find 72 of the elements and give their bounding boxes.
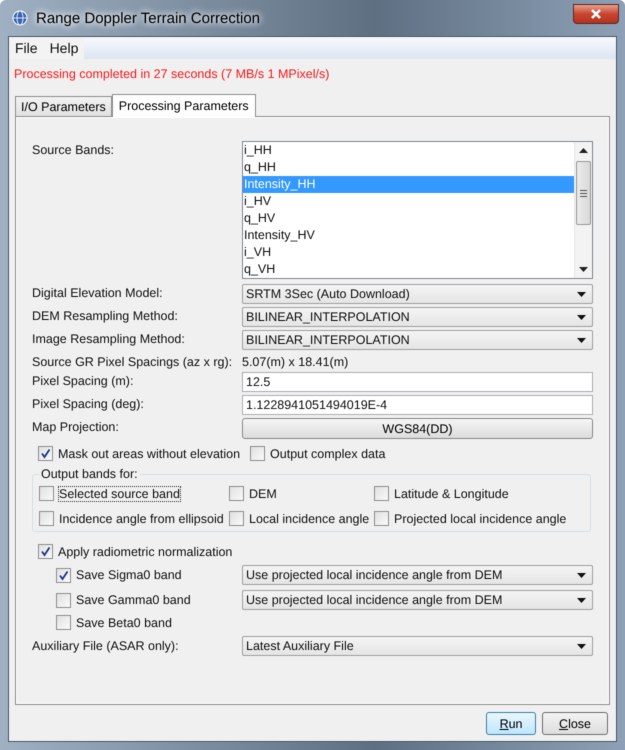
checkbox[interactable] bbox=[39, 511, 54, 526]
checkbox[interactable] bbox=[229, 486, 244, 501]
checkbox-label: Latitude & Longitude bbox=[394, 486, 509, 500]
checkbox[interactable] bbox=[39, 486, 54, 501]
field-label: Source Bands: bbox=[32, 142, 115, 157]
checkbox-label: Incidence angle from ellipsoid bbox=[59, 512, 224, 526]
checkbox[interactable] bbox=[56, 592, 71, 608]
checkbox[interactable] bbox=[250, 446, 266, 461]
field-label: Image Resampling Method: bbox=[32, 331, 186, 346]
list-item[interactable]: q_HV bbox=[243, 210, 574, 227]
checkbox[interactable] bbox=[56, 568, 71, 582]
checkbox-label: DEM bbox=[249, 486, 277, 500]
checkbox-label: Save Beta0 band bbox=[76, 616, 172, 630]
checkbox[interactable] bbox=[229, 511, 244, 526]
field-value: 5.07(m) x 18.41(m) bbox=[242, 354, 350, 369]
field-label: Pixel Spacing (m): bbox=[32, 373, 134, 388]
caret-icon bbox=[577, 644, 586, 648]
checkbox[interactable] bbox=[56, 615, 71, 630]
checkbox[interactable] bbox=[374, 511, 389, 526]
dropdown[interactable]: Use projected local incidence angle from DEM bbox=[242, 590, 593, 610]
checkbox[interactable] bbox=[38, 544, 53, 559]
dropdown[interactable]: BILINEAR_INTERPOLATION bbox=[242, 330, 593, 350]
field-label: DEM Resampling Method: bbox=[32, 308, 179, 323]
close-icon bbox=[590, 8, 602, 20]
checkbox-label: Save Sigma0 band bbox=[76, 568, 182, 582]
field-label: Source GR Pixel Spacings (az x rg): bbox=[32, 354, 234, 369]
dropdown[interactable]: Use projected local incidence angle from DEM bbox=[242, 565, 593, 585]
tab[interactable]: I/O Parameters bbox=[15, 96, 112, 116]
close-button[interactable] bbox=[573, 4, 619, 24]
list-item[interactable]: i_VH bbox=[243, 244, 574, 261]
field-label: Pixel Spacing (deg): bbox=[32, 396, 145, 411]
caret-icon bbox=[577, 338, 586, 342]
list-item[interactable]: q_HH bbox=[243, 159, 574, 176]
checkbox-label: Projected local incidence angle bbox=[394, 512, 566, 526]
checkbox-label: Selected source band bbox=[59, 486, 180, 500]
checkbox-label: Local incidence angle bbox=[249, 512, 370, 526]
caret-icon bbox=[577, 598, 586, 602]
dropdown[interactable]: SRTM 3Sec (Auto Download) bbox=[242, 284, 593, 304]
projection-button[interactable]: WGS84(DD) bbox=[242, 418, 593, 439]
checkbox-label: Output complex data bbox=[270, 446, 386, 460]
dropdown[interactable]: Latest Auxiliary File bbox=[242, 636, 593, 656]
tab[interactable]: Processing Parameters bbox=[112, 94, 256, 117]
window-title: Range Doppler Terrain Correction bbox=[36, 10, 260, 26]
dropdown[interactable]: BILINEAR_INTERPOLATION bbox=[242, 307, 593, 327]
scroll-down-icon[interactable] bbox=[579, 267, 588, 272]
scroll-up-icon[interactable] bbox=[579, 148, 588, 153]
caret-icon bbox=[577, 572, 586, 578]
group-title: Output bands for: bbox=[40, 467, 139, 481]
scrollbar[interactable] bbox=[574, 142, 592, 278]
field-label: Digital Elevation Model: bbox=[32, 285, 164, 300]
dialog-button[interactable]: Close bbox=[542, 712, 608, 735]
list-item[interactable]: q_VH bbox=[243, 261, 574, 278]
status-message: Processing completed in 27 seconds (7 MB/s 1 MPixel/s) bbox=[13, 66, 330, 81]
input-field[interactable]: 12.5 bbox=[242, 372, 593, 392]
caret-icon bbox=[577, 292, 586, 296]
menu-item[interactable]: Help bbox=[44, 37, 84, 59]
checkbox-label: Save Gamma0 band bbox=[76, 593, 191, 607]
dialog-button[interactable]: Run bbox=[486, 712, 536, 735]
field-label: Auxiliary File (ASAR only): bbox=[32, 639, 180, 653]
field-label: Map Projection: bbox=[32, 419, 120, 434]
checkbox[interactable] bbox=[38, 446, 53, 461]
globe-icon bbox=[12, 10, 28, 26]
checkbox-label: Apply radiometric normalization bbox=[58, 544, 232, 558]
caret-icon bbox=[577, 314, 586, 320]
menu-item[interactable]: File bbox=[9, 37, 44, 59]
source-band-list[interactable]: i_HH q_HH Intensity_HH i_HV q_HV Intensity_HV i_VH q_VH bbox=[242, 141, 593, 279]
list-item[interactable]: Intensity_HV bbox=[243, 227, 574, 244]
checkbox-label: Mask out areas without elevation bbox=[58, 446, 240, 460]
list-item[interactable]: i_HH bbox=[243, 142, 574, 159]
list-item[interactable]: i_HV bbox=[243, 193, 574, 210]
checkbox[interactable] bbox=[374, 486, 389, 501]
input-field[interactable]: 1.1228941051494019E-4 bbox=[242, 395, 593, 415]
